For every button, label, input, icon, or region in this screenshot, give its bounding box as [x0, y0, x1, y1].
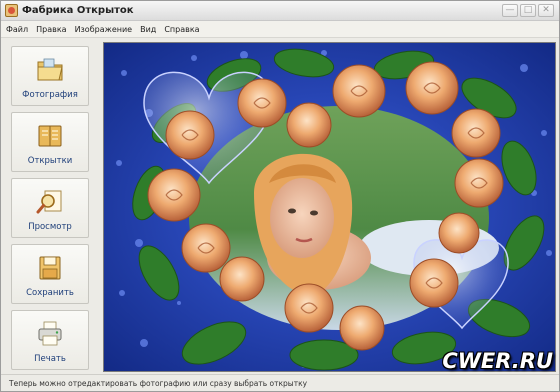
app-icon	[5, 4, 18, 17]
save-button[interactable]: Сохранить	[11, 244, 89, 304]
menu-edit[interactable]: Правка	[36, 25, 66, 34]
print-button[interactable]: Печать	[11, 310, 89, 370]
app-window: Фабрика Открыток — □ ✕ Файл Правка Изобр…	[0, 0, 560, 392]
postcard-book-icon	[38, 125, 62, 147]
printer-icon	[38, 321, 62, 346]
menu-bar: Файл Правка Изображение Вид Справка	[1, 21, 559, 38]
preview-button[interactable]: Просмотр	[11, 178, 89, 238]
status-bar: Теперь можно отредактировать фотографию …	[1, 374, 559, 391]
menu-image[interactable]: Изображение	[75, 25, 133, 34]
photo-button-label: Фотография	[22, 90, 78, 100]
maximize-button[interactable]: □	[520, 4, 536, 17]
menu-file[interactable]: Файл	[6, 25, 28, 34]
status-text: Теперь можно отредактировать фотографию …	[9, 379, 308, 388]
watermark-logo: CWER.RU	[442, 349, 553, 373]
print-button-label: Печать	[34, 354, 66, 364]
window-controls: — □ ✕	[502, 4, 554, 17]
left-toolbar: Фотография Открытки Просмотр Сохранить П…	[5, 42, 97, 372]
photo-button[interactable]: Фотография	[11, 46, 89, 106]
menu-help[interactable]: Справка	[164, 25, 199, 34]
close-button[interactable]: ✕	[538, 4, 554, 17]
title-bar[interactable]: Фабрика Открыток — □ ✕	[1, 1, 559, 21]
folder-open-icon	[37, 58, 63, 81]
postcards-button-label: Открытки	[27, 156, 73, 166]
window-title: Фабрика Открыток	[22, 5, 134, 16]
minimize-button[interactable]: —	[502, 4, 518, 17]
menu-view[interactable]: Вид	[140, 25, 156, 34]
postcard-preview[interactable]	[103, 42, 556, 372]
postcard-image	[104, 43, 555, 371]
magnifier-icon	[36, 190, 62, 214]
save-button-label: Сохранить	[26, 288, 74, 298]
postcards-button[interactable]: Открытки	[11, 112, 89, 172]
floppy-disk-icon	[39, 256, 61, 280]
preview-button-label: Просмотр	[28, 222, 72, 232]
